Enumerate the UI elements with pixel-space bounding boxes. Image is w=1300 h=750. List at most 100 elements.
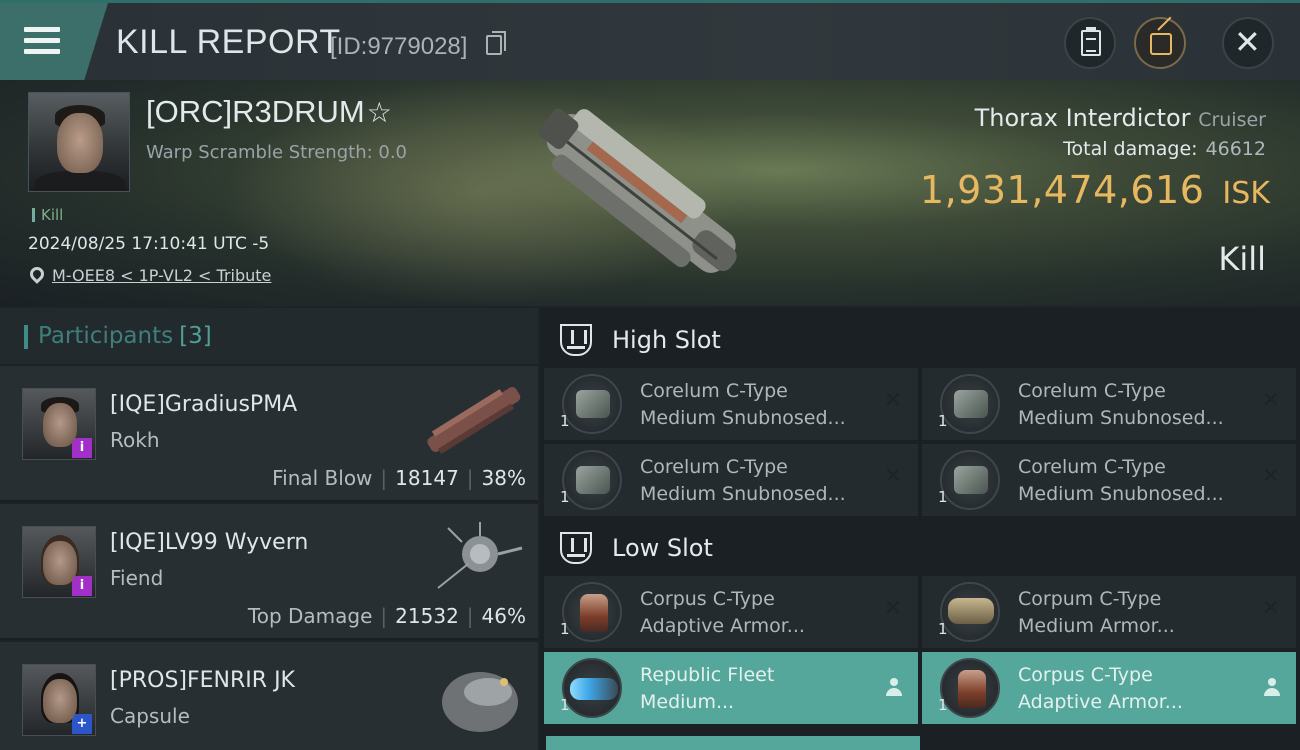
destroyed-x-icon: ✕	[883, 464, 903, 489]
module-item[interactable]: 1 Corelum C-Type Medium Snubnosed... ✕	[544, 444, 918, 516]
low-slot-header: Low Slot	[540, 518, 1300, 578]
participant-ship: Rokh	[110, 428, 160, 452]
share-icon	[1150, 33, 1172, 55]
participant-ship-image	[427, 387, 521, 455]
ship-name-text: Thorax Interdictor	[974, 104, 1191, 132]
module-item[interactable]: 1 Corpus C-Type Adaptive Armor... ✕	[544, 576, 918, 648]
victim-name-text: [ORC]R3DRUM	[146, 94, 365, 129]
participant-ship-image	[442, 672, 518, 732]
header-bar: KILL REPORT [ID:9779028] ✕	[0, 0, 1300, 80]
destroyed-x-icon: ✕	[883, 388, 903, 413]
pin-icon	[27, 264, 47, 284]
destroyed-x-icon: ✕	[883, 596, 903, 621]
fitting-panel: High Slot 1 Corelum C-Type Medium Snubnos…	[540, 308, 1300, 750]
participants-count: [3]	[179, 323, 212, 349]
participant-row[interactable]: i [IQE]GradiusPMA Rokh Final Blow | 18147 |…	[0, 366, 538, 502]
participant-percent: 46%	[481, 604, 526, 628]
module-quantity: 1	[938, 488, 948, 506]
module-name: Corpus C-Type Adaptive Armor...	[640, 588, 805, 637]
low-slot-title: Low Slot	[612, 534, 713, 562]
high-slot-icon	[560, 324, 592, 356]
destroyed-x-icon: ✕	[1261, 464, 1281, 489]
module-icon	[940, 658, 1000, 718]
module-icon	[562, 450, 622, 510]
participant-damage: 18147	[395, 466, 459, 490]
ship-name: Thorax Interdictor Cruiser	[975, 104, 1266, 132]
module-item[interactable]: 1 Corelum C-Type Medium Snubnosed... ✕	[922, 444, 1296, 516]
low-slot-icon	[560, 532, 592, 564]
module-icon	[940, 450, 1000, 510]
share-button[interactable]	[1134, 17, 1186, 69]
corp-badge: i	[72, 438, 92, 458]
module-name: Corpus C-Type Adaptive Armor...	[1018, 664, 1183, 713]
participant-stats: Final Blow | 18147 | 38%	[272, 466, 526, 490]
module-item[interactable]: 1 Corpus C-Type Adaptive Armor...	[922, 652, 1296, 724]
module-item[interactable]: 1 Republic Fleet Medium...	[544, 652, 918, 724]
victim-name[interactable]: [ORC]R3DRUM☆	[146, 94, 392, 130]
participant-ship: Capsule	[110, 704, 190, 728]
participant-name: [IQE]GradiusPMA	[110, 392, 298, 417]
module-name: Corelum C-Type Medium Snubnosed...	[640, 456, 846, 505]
module-name: Corelum C-Type Medium Snubnosed...	[640, 380, 846, 429]
participant-row[interactable]: i [IQE]LV99 Wyvern Fiend Top Damage | 2153…	[0, 504, 538, 640]
victim-ship-image	[538, 108, 737, 273]
participants-header: Participants [3]	[0, 308, 538, 364]
kill-timestamp: 2024/08/25 17:10:41 UTC -5	[28, 234, 270, 254]
module-item-partial[interactable]	[546, 736, 920, 750]
clipboard-button[interactable]	[1064, 17, 1116, 69]
module-icon	[562, 658, 622, 718]
module-icon	[562, 582, 622, 642]
dropped-person-icon	[1264, 678, 1280, 698]
participant-stats: Top Damage | 21532 | 46%	[247, 604, 526, 628]
module-name: Corelum C-Type Medium Snubnosed...	[1018, 380, 1224, 429]
corp-badge: i	[72, 576, 92, 596]
participant-percent: 38%	[481, 466, 526, 490]
kill-report-window: KILL REPORT [ID:9779028] ✕ [ORC]R3DRUM☆ …	[0, 0, 1300, 750]
copy-icon[interactable]	[486, 31, 506, 55]
module-quantity: 1	[560, 488, 570, 506]
module-name: Republic Fleet Medium...	[640, 664, 775, 713]
corp-badge: +	[72, 714, 92, 734]
location-link[interactable]: M-OEE8 < 1P-VL2 < Tribute	[52, 266, 271, 285]
module-quantity: 1	[938, 620, 948, 638]
menu-button[interactable]	[0, 3, 108, 80]
victim-avatar[interactable]	[28, 92, 130, 192]
module-quantity: 1	[560, 620, 570, 638]
module-quantity: 1	[560, 696, 570, 714]
report-id: [ID:9779028]	[330, 33, 468, 60]
warp-scramble-strength: Warp Scramble Strength: 0.0	[146, 142, 408, 163]
module-icon	[940, 374, 1000, 434]
module-item[interactable]: 1 Corpum C-Type Medium Armor... ✕	[922, 576, 1296, 648]
module-quantity: 1	[938, 696, 948, 714]
total-damage: Total damage: 46612	[1063, 138, 1266, 160]
participant-role: Final Blow	[272, 466, 373, 490]
close-button[interactable]: ✕	[1222, 17, 1274, 69]
kill-result-label: Kill	[1218, 240, 1266, 278]
high-slot-title: High Slot	[612, 326, 721, 354]
victim-banner: [ORC]R3DRUM☆ Warp Scramble Strength: 0.0…	[0, 80, 1300, 306]
module-name: Corelum C-Type Medium Snubnosed...	[1018, 456, 1224, 505]
high-slot-header: High Slot	[540, 310, 1300, 370]
star-icon[interactable]: ☆	[367, 97, 392, 128]
participant-row[interactable]: + [PROS]FENRIR JK Capsule	[0, 642, 538, 750]
participant-name: [IQE]LV99 Wyvern	[110, 530, 309, 555]
participant-ship: Fiend	[110, 566, 164, 590]
participants-label: Participants	[38, 323, 174, 349]
module-item[interactable]: 1 Corelum C-Type Medium Snubnosed... ✕	[544, 368, 918, 440]
menu-icon	[24, 27, 60, 55]
isk-value-row: 1,931,474,616 ISK	[920, 168, 1270, 212]
module-quantity: 1	[938, 412, 948, 430]
module-quantity: 1	[560, 412, 570, 430]
destroyed-x-icon: ✕	[1261, 596, 1281, 621]
ship-class: Cruiser	[1198, 109, 1266, 131]
destroyed-x-icon: ✕	[1261, 388, 1281, 413]
participant-role: Top Damage	[247, 604, 373, 628]
close-icon: ✕	[1234, 23, 1261, 61]
module-item[interactable]: 1 Corelum C-Type Medium Snubnosed... ✕	[922, 368, 1296, 440]
participant-ship-image	[437, 522, 523, 589]
isk-value: 1,931,474,616	[919, 168, 1205, 212]
module-icon	[940, 582, 1000, 642]
clipboard-icon	[1081, 27, 1101, 56]
participant-name: [PROS]FENRIR JK	[110, 668, 295, 693]
dropped-person-icon	[886, 678, 902, 698]
